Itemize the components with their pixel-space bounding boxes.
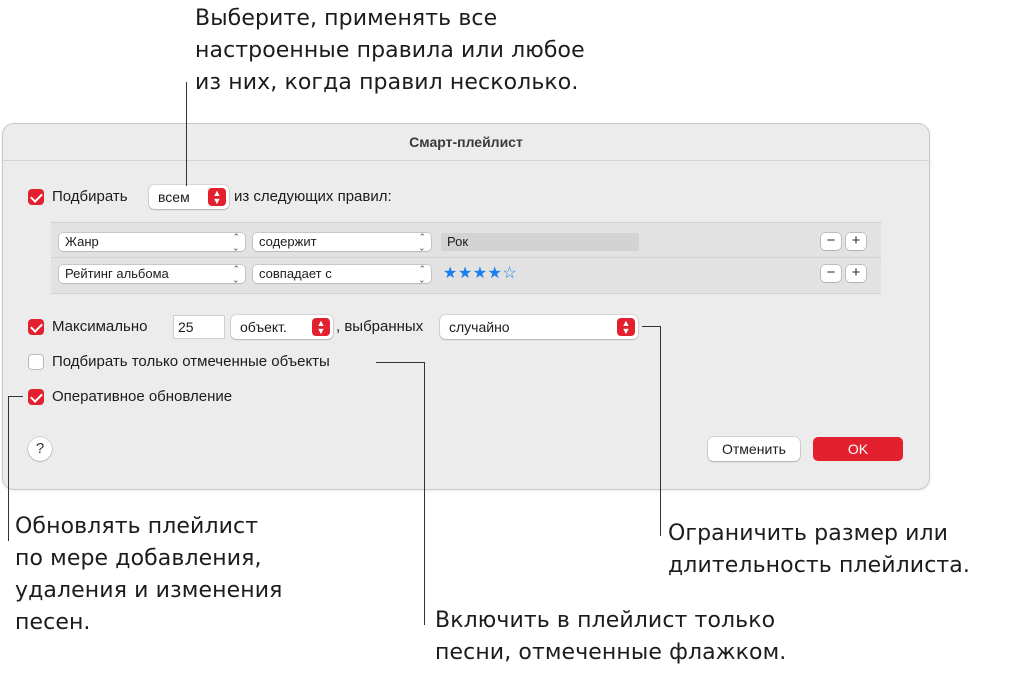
add-rule-button[interactable]: + [846,265,866,282]
checked-only-label: Подбирать только отмеченные объекты [52,353,330,370]
rule-divider [51,257,881,258]
rule-value-input[interactable]: Рок [441,233,639,251]
callout-checked-only: Включить в плейлист только песни, отмече… [435,608,787,665]
rule-field-select[interactable]: Жанр ⌃ ⌃ [59,232,245,253]
remove-rule-button[interactable]: − [821,265,841,282]
rule-operator-value: совпадает с [259,266,332,281]
chevron-updown-icon: ▲ ▼ [312,318,330,336]
title-divider [3,160,929,161]
leader-line-middle [424,362,425,625]
dialog-title: Смарт-плейлист [409,134,523,150]
limit-count-input[interactable]: 25 [173,315,225,339]
rule-field-select[interactable]: Рейтинг альбома ⌃ ⌃ [59,264,245,285]
rules-list: Жанр ⌃ ⌃ содержит ⌃ ⌃ Рок − + Рейтинг альб… [51,222,881,294]
remove-rule-button[interactable]: − [821,233,841,250]
limit-checkbox[interactable] [28,319,44,335]
chevron-updown-icon: ⌃ ⌃ [232,232,240,253]
rule-operator-select[interactable]: совпадает с ⌃ ⌃ [253,264,431,285]
leader-line-left-h [8,396,23,397]
callout-limit: Ограничить размер или длительность плейл… [668,521,970,578]
match-selector-value: всем [158,189,190,205]
match-suffix: из следующих правил: [234,188,392,205]
rule-field-value: Жанр [65,234,99,249]
rule-operator-value: содержит [259,234,317,249]
rule-field-value: Рейтинг альбома [65,266,169,281]
match-label: Подбирать [52,188,128,205]
checked-only-checkbox[interactable] [28,354,44,370]
limit-unit-selector[interactable]: объект. ▲ ▼ [231,315,333,339]
limit-label: Максимально [52,318,148,335]
leader-line-left [8,396,9,541]
chevron-updown-icon: ⌃ ⌃ [418,232,426,253]
limit-method-value: случайно [449,319,510,335]
chevron-updown-icon: ⌃ ⌃ [232,264,240,285]
live-update-label: Оперативное обновление [52,388,233,405]
leader-line-middle-h [376,362,425,363]
limit-method-selector[interactable]: случайно ▲ ▼ [440,315,638,339]
ok-button[interactable]: OK [813,437,903,461]
rule-operator-select[interactable]: содержит ⌃ ⌃ [253,232,431,253]
chevron-updown-icon: ▲ ▼ [208,188,226,206]
cancel-button[interactable]: Отменить [708,437,800,461]
limit-unit-value: объект. [240,319,287,335]
callout-live-update: Обновлять плейлист по мере добавления, у… [15,514,283,635]
help-button[interactable]: ? [28,437,52,461]
leader-line-top [186,82,187,186]
chevron-updown-icon: ▲ ▼ [617,318,635,336]
leader-line-right [660,326,661,536]
match-selector[interactable]: всем ▲ ▼ [149,185,229,209]
live-update-checkbox[interactable] [28,389,44,405]
callout-match-rules: Выберите, применять все настроенные прав… [195,6,585,95]
smart-playlist-dialog: Смарт-плейлист Подбирать всем ▲ ▼ из след… [2,123,930,490]
leader-line-right-h [642,326,661,327]
selected-by-label: , выбранных [336,318,424,335]
chevron-updown-icon: ⌃ ⌃ [418,264,426,285]
match-checkbox[interactable] [28,189,44,205]
star-rating[interactable]: ★★★★☆ [443,265,517,283]
add-rule-button[interactable]: + [846,233,866,250]
